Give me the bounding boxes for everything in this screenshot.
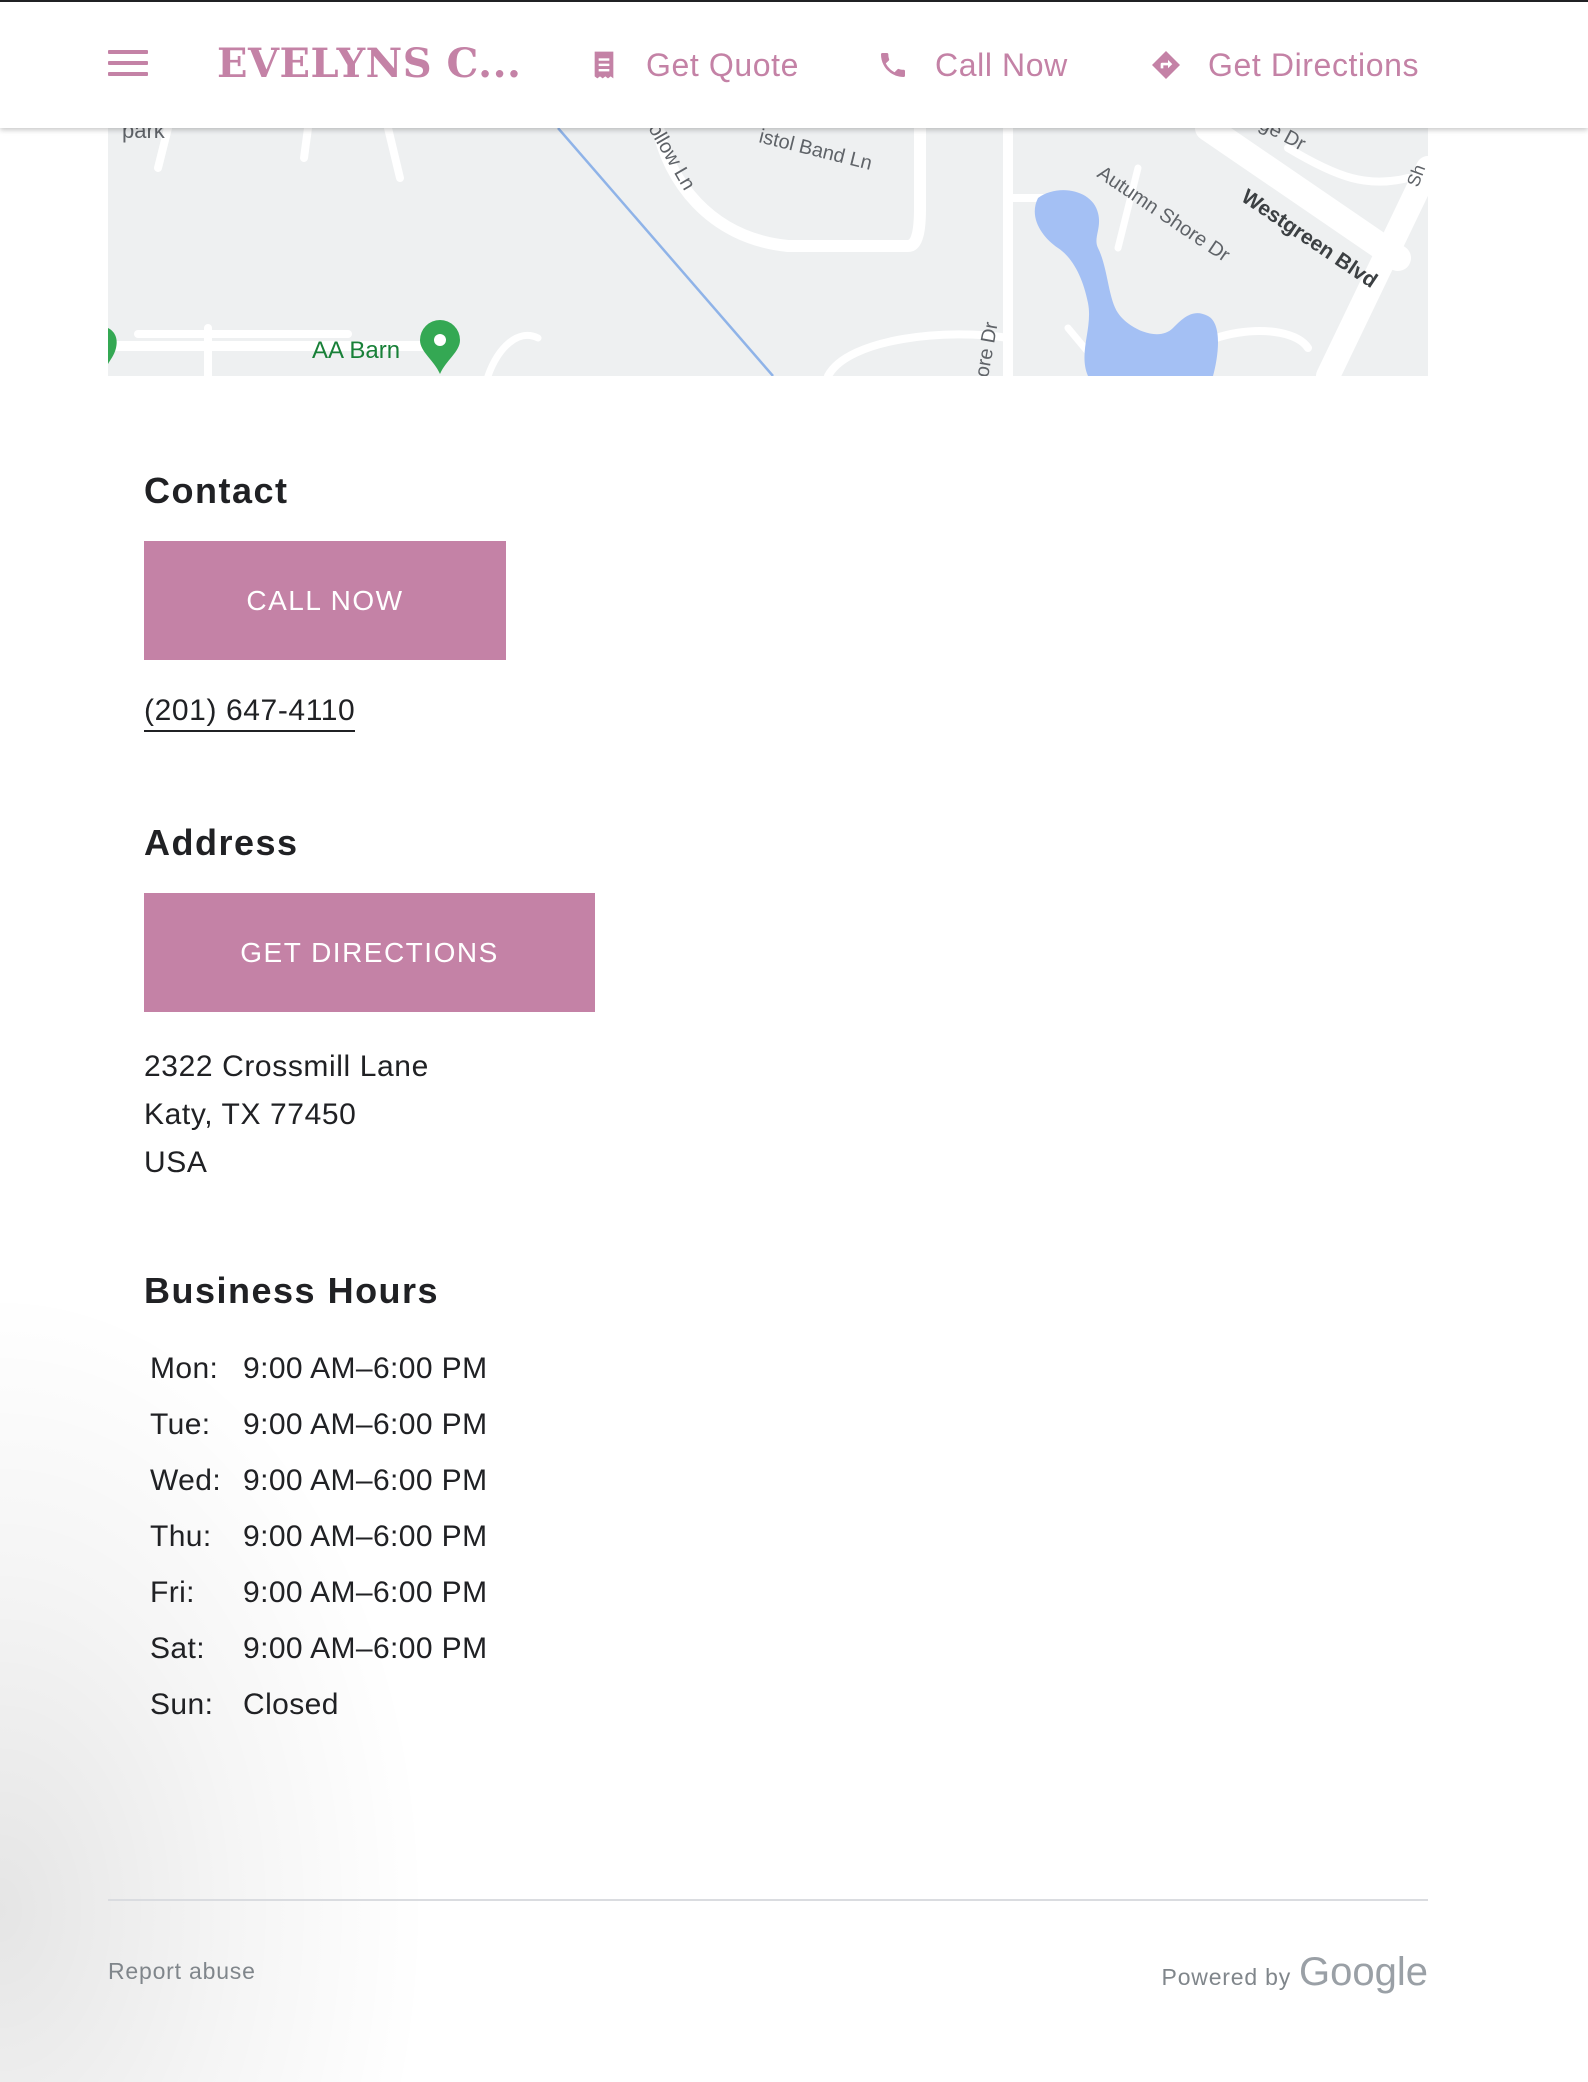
location-map[interactable]: park ollow Ln istol Band Ln ge Dr Autumn…: [108, 128, 1428, 376]
hours-day: Sat:: [150, 1632, 205, 1665]
map-label-autumn: Autumn Shore Dr: [1093, 162, 1234, 267]
brand-title[interactable]: EVELYNS C...: [217, 40, 521, 87]
hours-time: 9:00 AM–6:00 PM: [243, 1576, 488, 1609]
map-label-hollow: ollow Ln: [644, 128, 700, 194]
hours-day: Mon:: [150, 1352, 219, 1385]
business-hours-heading: Business Hours: [144, 1270, 440, 1311]
hours-day: Wed:: [150, 1464, 222, 1497]
directions-icon: [1152, 51, 1180, 79]
get-quote-link[interactable]: Get Quote: [588, 42, 799, 88]
map-label-poi: AA Barn: [312, 337, 400, 364]
hours-day: Fri:: [150, 1576, 195, 1609]
get-directions-label: Get Directions: [1208, 46, 1420, 83]
address-line-city: Katy, TX 77450: [144, 1098, 357, 1131]
address-heading: Address: [144, 822, 299, 863]
call-now-label: Call Now: [935, 46, 1068, 83]
map-road: [384, 128, 404, 182]
hours-time: Closed: [243, 1688, 339, 1721]
address-line-street: 2322 Crossmill Lane: [144, 1050, 429, 1083]
phone-icon: [881, 53, 905, 77]
call-now-link[interactable]: Call Now: [877, 42, 1068, 88]
map-poi-marker[interactable]: [420, 320, 460, 374]
hours-day: Sun:: [150, 1688, 214, 1721]
powered-by-label: Powered by: [1161, 1964, 1292, 1990]
map-label-park: park: [122, 128, 166, 143]
get-directions-button[interactable]: GET DIRECTIONS: [144, 893, 595, 1012]
hours-time: 9:00 AM–6:00 PM: [243, 1408, 488, 1441]
get-quote-label: Get Quote: [646, 46, 800, 83]
powered-by-google[interactable]: Powered by Google: [1162, 1950, 1428, 1995]
map-poi-marker-partial: [108, 328, 117, 364]
hours-day: Thu:: [150, 1520, 212, 1553]
map-road: [484, 332, 542, 376]
receipt-icon: [594, 51, 614, 79]
contact-heading: Contact: [144, 470, 289, 511]
address-line-country: USA: [144, 1146, 208, 1179]
hours-time: 9:00 AM–6:00 PM: [243, 1464, 488, 1497]
menu-icon[interactable]: [108, 50, 148, 78]
map-road: [1284, 144, 1412, 186]
map-label-shore: ore Dr: [971, 320, 1002, 376]
map-label-bristol: istol Band Ln: [757, 128, 875, 175]
hours-time: 9:00 AM–6:00 PM: [243, 1632, 488, 1665]
footer-divider: [108, 1899, 1428, 1901]
hours-day: Tue:: [150, 1408, 211, 1441]
google-logo: Google: [1299, 1950, 1428, 1994]
get-directions-link[interactable]: Get Directions: [1150, 42, 1419, 88]
top-app-bar: EVELYNS C... Get Quote Call Now Get Dire…: [0, 0, 1588, 128]
hours-time: 9:00 AM–6:00 PM: [243, 1352, 488, 1385]
hours-time: 9:00 AM–6:00 PM: [243, 1520, 488, 1553]
phone-number-link[interactable]: (201) 647-4110: [144, 694, 356, 732]
call-now-button[interactable]: CALL NOW: [144, 541, 506, 660]
map-road: [300, 128, 312, 162]
report-abuse-link[interactable]: Report abuse: [108, 1958, 256, 1985]
